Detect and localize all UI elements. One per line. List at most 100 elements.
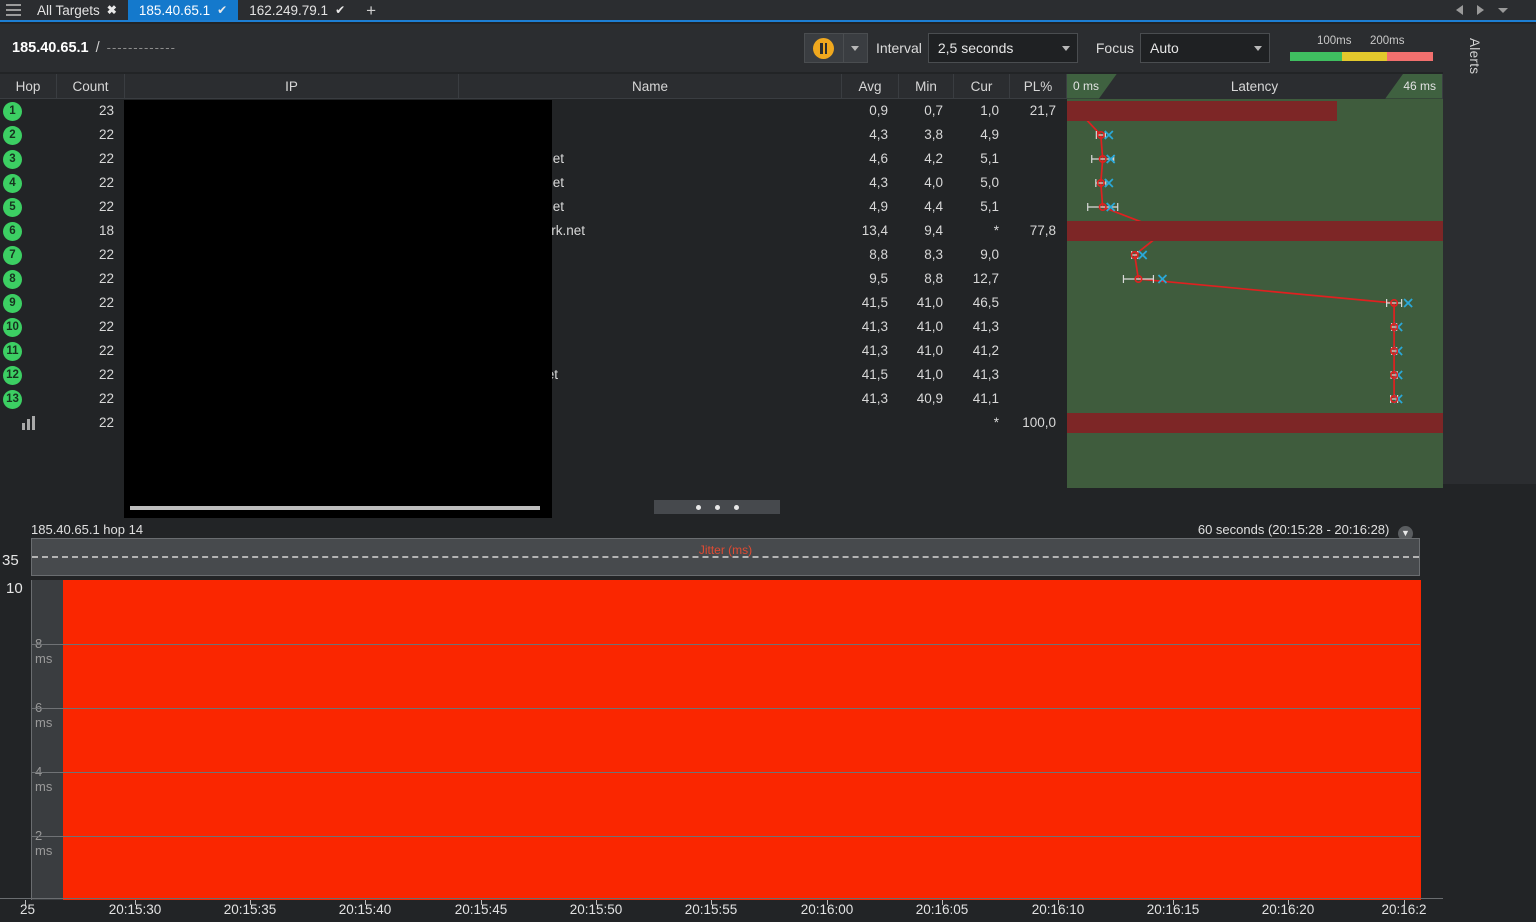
pause-button[interactable] — [805, 34, 843, 62]
hop-number-badge: 7 — [0, 246, 57, 265]
cell-cur: 5,1 — [954, 195, 1010, 219]
cell-count: 22 — [57, 123, 125, 147]
hop-number-badge: 10 — [0, 318, 57, 337]
column-header-min[interactable]: Min — [899, 74, 954, 99]
latency-scale-legend: 100ms 200ms — [1290, 35, 1433, 61]
tab-162-249-79-1-label: 162.249.79.1 — [249, 3, 328, 18]
chart-gridline — [32, 644, 1420, 645]
cell-avg: 41,3 — [842, 315, 899, 339]
x-axis-tick-mark — [827, 900, 828, 905]
cell-avg: 13,4 — [842, 219, 899, 243]
tab-bar: All Targets ✖ 185.40.65.1 ✔ 162.249.79.1… — [0, 0, 1443, 22]
chevron-down-icon — [1062, 46, 1070, 51]
alerts-side-tab[interactable]: Alerts — [1443, 24, 1536, 484]
chart-y-tick-labels: 8 ms6 ms4 ms2 ms — [32, 580, 63, 900]
cell-cur: 41,1 — [954, 387, 1010, 411]
hop-number-badge: 13 — [0, 390, 57, 409]
focus-select[interactable]: Auto — [1140, 33, 1270, 63]
cell-count: 22 — [57, 387, 125, 411]
hop-badge-label: 8 — [3, 270, 22, 289]
packet-loss-band — [1067, 221, 1443, 241]
interval-value: 2,5 seconds — [938, 40, 1014, 56]
target-breadcrumb: 185.40.65.1 / ------------- — [0, 40, 804, 56]
x-axis-tick-mark — [1404, 900, 1405, 905]
tab-162-249-79-1[interactable]: 162.249.79.1 ✔ — [238, 0, 356, 20]
chart-x-axis: 2520:15:3020:15:3520:15:4020:15:4520:15:… — [0, 900, 1443, 922]
tab-185-40-65-1-label: 185.40.65.1 — [139, 3, 210, 18]
target-address: 185.40.65.1 — [12, 40, 89, 56]
cell-avg: 4,9 — [842, 195, 899, 219]
new-tab-button[interactable]: + — [356, 0, 386, 20]
focus-label: Focus — [1096, 40, 1134, 56]
hop-badge-label: 9 — [3, 294, 22, 313]
x-axis-tick-label: 25 — [20, 902, 35, 917]
latency-trace-graph[interactable] — [1067, 99, 1443, 488]
hop-number-badge: 2 — [0, 126, 57, 145]
column-header-ip[interactable]: IP — [125, 74, 459, 99]
cell-count: 22 — [57, 411, 125, 435]
hop-badge-label: 10 — [3, 318, 22, 337]
column-header-latency[interactable]: Latency 0 ms 46 ms — [1067, 74, 1443, 99]
chart-plot-area[interactable]: 8 ms6 ms4 ms2 ms — [31, 580, 1420, 900]
cell-min — [899, 411, 954, 435]
target-detail: ------------- — [107, 40, 176, 55]
hop-number-badge: 9 — [0, 294, 57, 313]
interval-label: Interval — [876, 40, 922, 56]
cell-cur: 46,5 — [954, 291, 1010, 315]
cell-count: 22 — [57, 267, 125, 291]
cell-min: 4,0 — [899, 171, 954, 195]
x-axis-tick-mark — [942, 900, 943, 905]
cell-count: 22 — [57, 291, 125, 315]
chevron-down-icon — [851, 46, 859, 51]
cell-count: 22 — [57, 243, 125, 267]
pause-dropdown-button[interactable] — [843, 34, 867, 62]
column-header-name[interactable]: Name — [459, 74, 842, 99]
column-header-avg[interactable]: Avg — [842, 74, 899, 99]
hop-badge-label: 12 — [3, 366, 22, 385]
chevron-down-icon — [1254, 46, 1262, 51]
cell-pl — [1010, 291, 1067, 315]
cell-count: 22 — [57, 147, 125, 171]
hamburger-menu-icon[interactable] — [0, 0, 26, 20]
x-axis-tick-mark — [250, 900, 251, 905]
interval-select[interactable]: 2,5 seconds — [928, 33, 1078, 63]
cell-min: 40,9 — [899, 387, 954, 411]
chevron-left-icon[interactable] — [1456, 5, 1463, 15]
splitter-grip[interactable] — [654, 500, 780, 514]
cell-min: 41,0 — [899, 291, 954, 315]
column-header-hop[interactable]: Hop — [0, 74, 57, 99]
hop-badge-label: 2 — [3, 126, 22, 145]
cell-count: 22 — [57, 195, 125, 219]
cell-min: 4,4 — [899, 195, 954, 219]
cell-count: 22 — [57, 339, 125, 363]
hop-badge-label: 6 — [3, 222, 22, 241]
timeline-chart: 185.40.65.1 hop 14 60 seconds (20:15:28 … — [0, 518, 1443, 922]
close-icon[interactable]: ✖ — [107, 3, 117, 17]
x-axis-tick-mark — [596, 900, 597, 905]
chevron-down-icon[interactable] — [1498, 8, 1508, 13]
hop-badge-label: 7 — [3, 246, 22, 265]
tab-185-40-65-1[interactable]: 185.40.65.1 ✔ — [128, 0, 238, 20]
cell-cur: 5,1 — [954, 147, 1010, 171]
cell-cur: 41,3 — [954, 363, 1010, 387]
jitter-label: Jitter (ms) — [699, 543, 752, 557]
cell-count: 23 — [57, 99, 125, 123]
hop-table: Hop Count IP Name Avg Min Cur PL% Latenc… — [0, 74, 1443, 466]
cell-avg: 0,9 — [842, 99, 899, 123]
packet-loss-area — [63, 580, 1421, 900]
cell-cur: 5,0 — [954, 171, 1010, 195]
legend-200ms-label: 200ms — [1370, 35, 1405, 47]
pause-icon — [813, 38, 834, 59]
column-header-cur[interactable]: Cur — [954, 74, 1010, 99]
column-header-count[interactable]: Count — [57, 74, 125, 99]
tab-all-targets[interactable]: All Targets ✖ — [26, 0, 128, 20]
x-axis-tick-mark — [1058, 900, 1059, 905]
cell-avg: 41,5 — [842, 363, 899, 387]
cell-min: 8,8 — [899, 267, 954, 291]
x-axis-tick-mark — [365, 900, 366, 905]
chevron-right-icon[interactable] — [1477, 5, 1484, 15]
chart-gridline — [32, 708, 1420, 709]
cell-avg: 4,3 — [842, 123, 899, 147]
cell-count: 22 — [57, 171, 125, 195]
column-header-pl[interactable]: PL% — [1010, 74, 1067, 99]
